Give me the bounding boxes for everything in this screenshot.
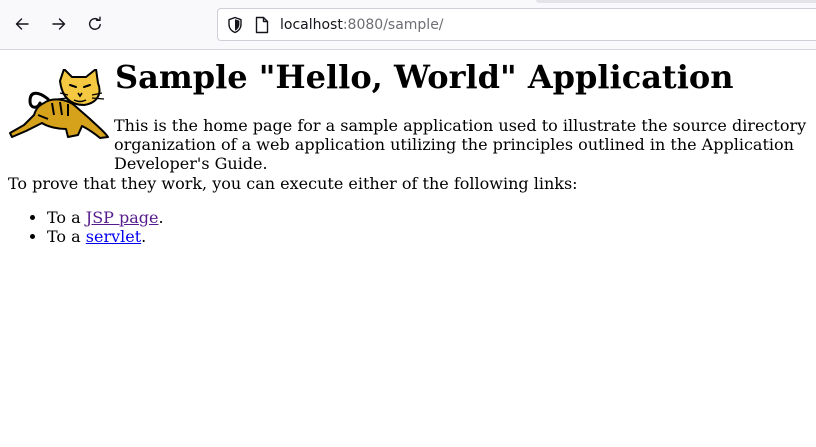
list-item-prefix: To a [47,227,86,246]
reload-button[interactable] [81,10,109,38]
arrow-right-icon [52,18,66,30]
back-button[interactable] [8,10,36,38]
list-item-suffix: . [158,208,164,227]
list-item: To a servlet. [47,227,164,246]
url-path: :8080/sample/ [342,17,444,33]
page-icon[interactable] [254,16,270,34]
intro-paragraph: This is the home page for a sample appli… [114,116,807,173]
tomcat-logo [9,69,109,139]
page-title: Sample "Hello, World" Application [115,58,734,96]
list-item-prefix: To a [47,208,86,227]
servlet-link[interactable]: servlet [86,227,141,246]
page-content: Sample "Hello, World" Application This i… [0,51,816,447]
jsp-page-link[interactable]: JSP page [86,208,159,227]
reload-icon [89,16,101,30]
list-item: To a JSP page. [47,208,164,227]
link-list: To a JSP page. To a servlet. [8,208,164,246]
address-bar[interactable]: localhost:8080/sample/ [217,8,816,41]
forward-button[interactable] [45,10,73,38]
prove-paragraph: To prove that they work, you can execute… [8,174,578,193]
url-host: localhost [280,17,343,33]
arrow-left-icon [15,18,29,30]
shield-icon[interactable] [226,16,244,34]
tab-strip [536,0,816,3]
url-text[interactable]: localhost:8080/sample/ [280,16,444,34]
browser-toolbar: localhost:8080/sample/ [0,0,816,50]
list-item-suffix: . [141,227,147,246]
